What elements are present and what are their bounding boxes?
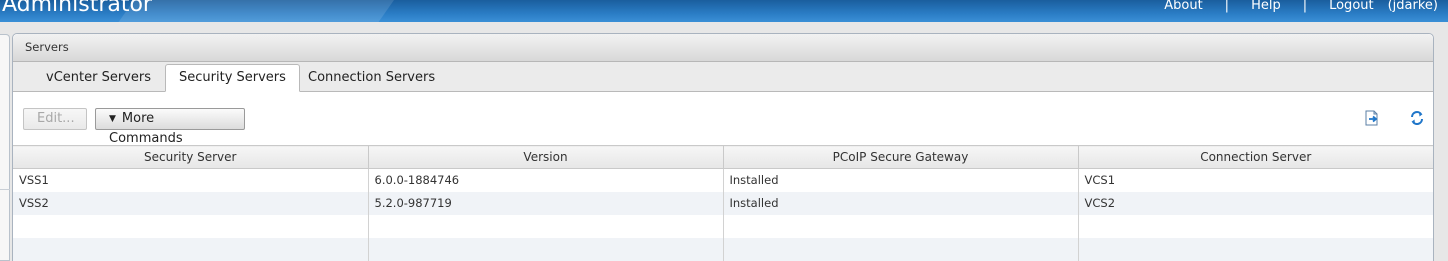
about-link[interactable]: About	[1164, 0, 1202, 13]
cell-security-server: VSS2	[13, 191, 369, 215]
table-row[interactable]: VSS1 6.0.0-1884746 Installed VCS1	[13, 168, 1433, 192]
cell-version: 5.2.0-987719	[368, 191, 724, 215]
more-commands-label: More Commands	[109, 111, 183, 146]
panel-title: Servers	[13, 34, 1433, 62]
export-icon[interactable]	[1364, 110, 1380, 126]
logout-link[interactable]: Logout	[1329, 0, 1374, 13]
empty-table-row	[13, 214, 1433, 238]
empty-cell	[723, 237, 1079, 261]
caret-down-icon: ▼	[109, 114, 116, 124]
current-user: (jdarke)	[1387, 0, 1438, 13]
cell-version: 6.0.0-1884746	[368, 168, 724, 192]
empty-cell	[1078, 237, 1433, 261]
tab-connection-servers[interactable]: Connection Servers	[295, 65, 448, 92]
servers-panel: Servers vCenter Servers Security Servers…	[12, 33, 1434, 261]
empty-cell	[13, 214, 369, 238]
more-commands-button[interactable]: ▼ More Commands	[95, 108, 245, 146]
column-header-connection-server[interactable]: Connection Server	[1078, 145, 1433, 169]
empty-cell	[1078, 214, 1433, 238]
cell-pcoip-secure-gateway: Installed	[723, 168, 1079, 192]
cell-security-server: VSS1	[13, 168, 369, 192]
security-servers-table: Security Server Version PCoIP Secure Gat…	[13, 145, 1433, 261]
separator: |	[1224, 0, 1230, 13]
empty-table-row	[13, 237, 1433, 261]
table-header-row: Security Server Version PCoIP Secure Gat…	[13, 145, 1433, 169]
refresh-icon[interactable]	[1409, 110, 1425, 126]
empty-cell	[723, 214, 1079, 238]
column-header-version[interactable]: Version	[368, 145, 724, 169]
cell-pcoip-secure-gateway: Installed	[723, 191, 1079, 215]
toolbar: Edit... ▼ More Commands	[13, 92, 1433, 146]
tab-bar: vCenter Servers Security Servers Connect…	[13, 62, 1433, 92]
separator: |	[1302, 0, 1308, 13]
edit-button[interactable]: Edit...	[23, 108, 87, 130]
cell-connection-server: VCS1	[1078, 168, 1433, 192]
divider	[0, 189, 10, 190]
empty-cell	[368, 237, 724, 261]
tab-vcenter-servers[interactable]: vCenter Servers	[33, 65, 164, 92]
help-link[interactable]: Help	[1251, 0, 1281, 13]
top-banner: Administrator About | Help | Logout (jda…	[0, 0, 1448, 22]
empty-cell	[13, 237, 369, 261]
left-nav-panel	[0, 34, 10, 261]
app-title: Administrator	[2, 0, 152, 17]
column-header-pcoip-secure-gateway[interactable]: PCoIP Secure Gateway	[723, 145, 1079, 169]
column-header-security-server[interactable]: Security Server	[13, 145, 369, 169]
empty-cell	[368, 214, 724, 238]
cell-connection-server: VCS2	[1078, 191, 1433, 215]
table-row[interactable]: VSS2 5.2.0-987719 Installed VCS2	[13, 191, 1433, 215]
top-links: About | Help | Logout (jdarke)	[1164, 0, 1438, 13]
tab-security-servers[interactable]: Security Servers	[165, 64, 300, 92]
